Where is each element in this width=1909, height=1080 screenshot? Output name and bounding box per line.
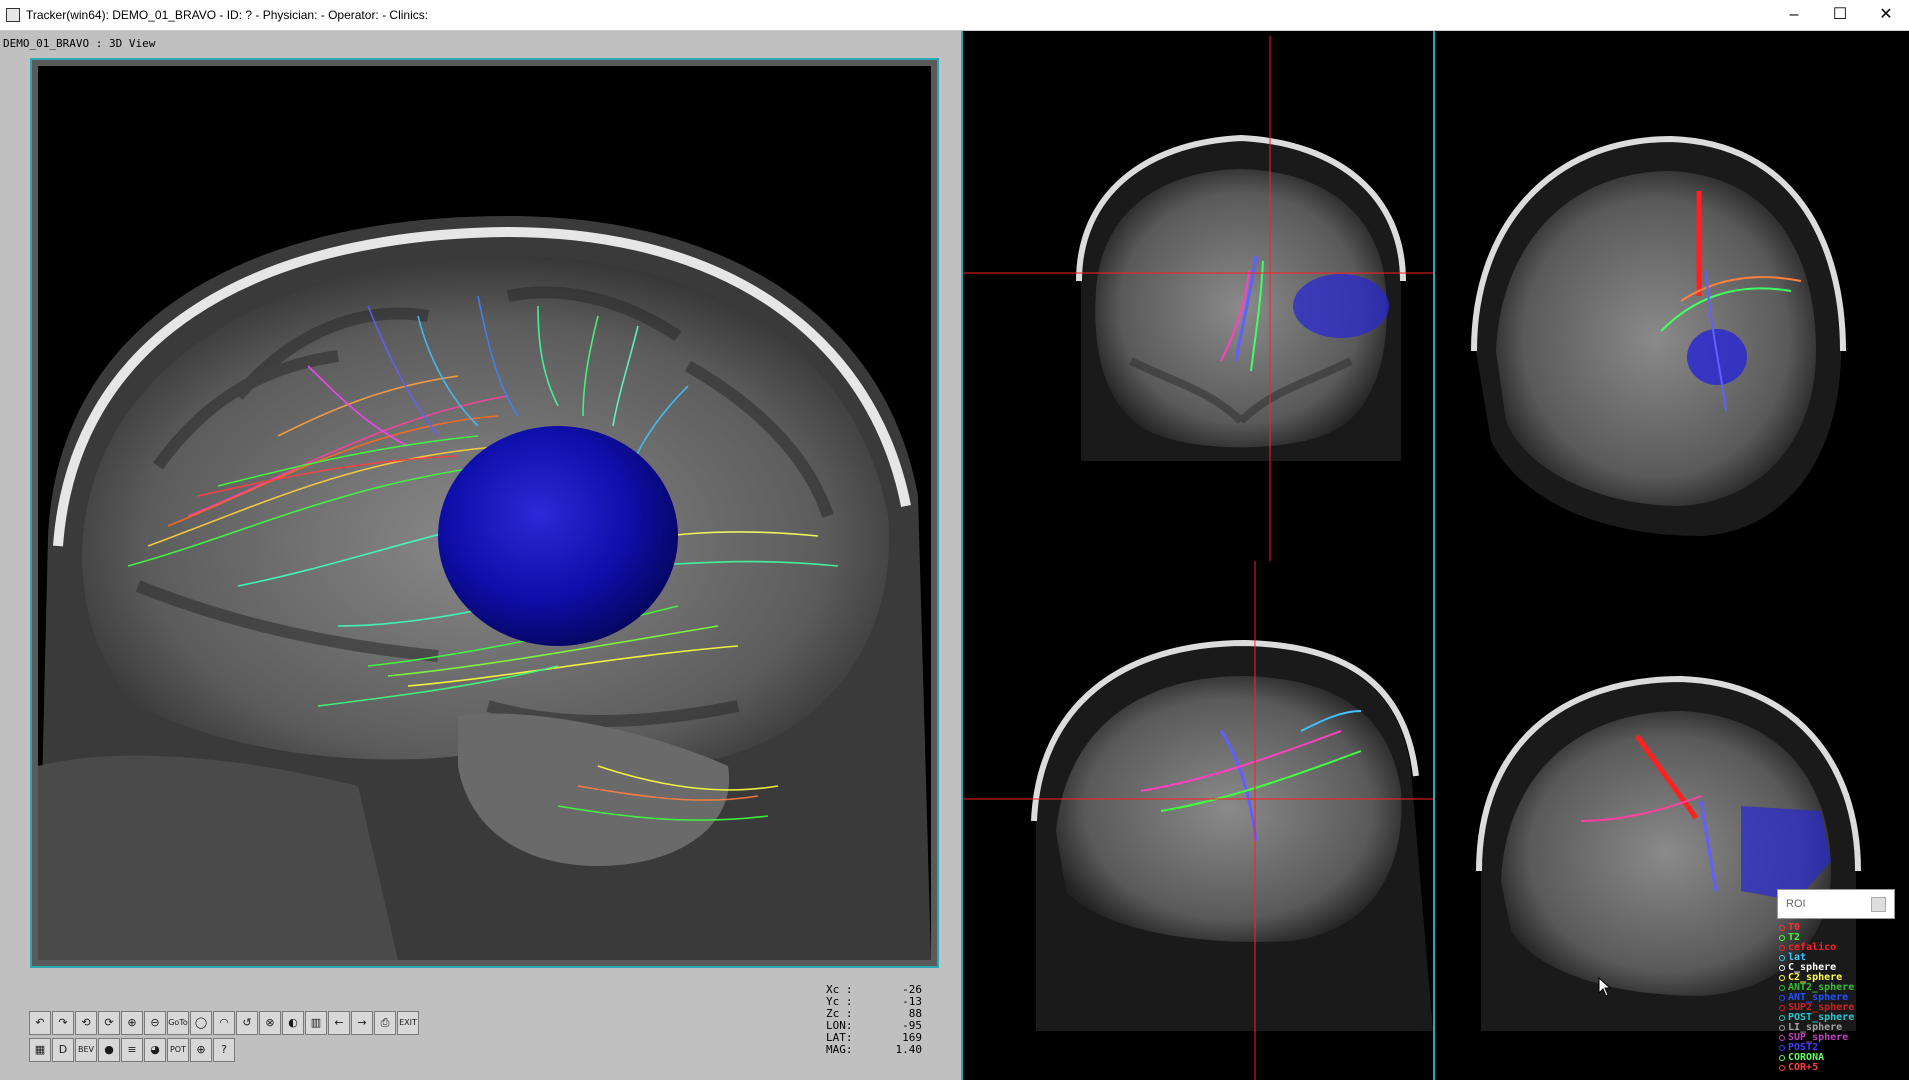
roi-radio-icon[interactable]: [1779, 955, 1785, 961]
redo-button[interactable]: ↷: [52, 1011, 74, 1035]
contrast-button[interactable]: ◐: [282, 1011, 304, 1035]
left-panel: DEMO_01_BRAVO : 3D View ↶ ↷ ⟲ ⟳ ⊕ ⊖ GoTo…: [0, 31, 961, 1080]
roi-radio-icon[interactable]: [1779, 1015, 1785, 1021]
roi-radio-icon[interactable]: [1779, 925, 1785, 931]
exit-button[interactable]: EXIT: [397, 1011, 419, 1035]
print-button[interactable]: ⎙: [374, 1011, 396, 1035]
target-button[interactable]: ⊕: [190, 1038, 212, 1062]
sphere-button[interactable]: ◯: [190, 1011, 212, 1035]
sagittal-view-top[interactable]: [1471, 135, 1846, 536]
roi-radio-icon[interactable]: [1779, 1055, 1785, 1061]
roi-radio-icon[interactable]: [1779, 975, 1785, 981]
viewport-3d-canvas[interactable]: [38, 66, 931, 960]
bev-button[interactable]: BEV: [75, 1038, 97, 1062]
viewport-3d[interactable]: [30, 58, 939, 968]
arrow-right-button[interactable]: →: [351, 1011, 373, 1035]
zoom-in-button[interactable]: ⊕: [121, 1011, 143, 1035]
roi-radio-icon[interactable]: [1779, 945, 1785, 951]
rotate-left-button[interactable]: ⟲: [75, 1011, 97, 1035]
coord-label: MAG:: [826, 1043, 853, 1056]
dicom-button[interactable]: D: [52, 1038, 74, 1062]
slice-views[interactable]: [961, 31, 1909, 1080]
roi-radio-icon[interactable]: [1779, 1005, 1785, 1011]
coord-value: 1.40: [895, 1043, 923, 1056]
window-title: Tracker(win64): DEMO_01_BRAVO - ID: ? - …: [26, 8, 429, 22]
roi-list: T0 T2 cefalico lat C_sphere C2_sphere ANT2_sph…: [1779, 923, 1854, 1073]
roi-item-label: COR+5: [1788, 1062, 1819, 1073]
help-button[interactable]: ?: [213, 1038, 235, 1062]
view-3d-label: DEMO_01_BRAVO : 3D View: [3, 37, 156, 50]
globe-button[interactable]: ◕: [144, 1038, 166, 1062]
pot-button[interactable]: POT: [167, 1038, 189, 1062]
maximize-button[interactable]: ☐: [1817, 0, 1863, 30]
window-titlebar: Tracker(win64): DEMO_01_BRAVO - ID: ? - …: [0, 0, 1909, 31]
roi-dropdown-button[interactable]: [1871, 897, 1886, 912]
sagittal-view-bottom[interactable]: [963, 561, 1433, 1080]
coord-row: MAG: 1.40: [826, 1044, 922, 1056]
roi-radio-icon[interactable]: [1779, 1045, 1785, 1051]
clear-button[interactable]: ⊗: [259, 1011, 281, 1035]
fibers-button[interactable]: ≡: [121, 1038, 143, 1062]
head-button[interactable]: ◠: [213, 1011, 235, 1035]
coordinates-readout: Xc : -26 Yc : -13 Zc :88 LON: -95 LAT: 169 MAG: 1.…: [826, 984, 922, 1056]
roi-radio-icon[interactable]: [1779, 1065, 1785, 1071]
roi-radio-icon[interactable]: [1779, 995, 1785, 1001]
rotate-right-button[interactable]: ⟳: [98, 1011, 120, 1035]
right-panel: [961, 31, 1909, 1080]
reset-view-button[interactable]: ↺: [236, 1011, 258, 1035]
roi-input-placeholder: ROI: [1786, 898, 1806, 910]
record-button[interactable]: ●: [98, 1038, 120, 1062]
roi-item[interactable]: COR+5: [1779, 1063, 1854, 1073]
roi-input[interactable]: ROI: [1777, 889, 1895, 919]
roi-radio-icon[interactable]: [1779, 1035, 1785, 1041]
arrow-left-button[interactable]: ←: [328, 1011, 350, 1035]
coronal-view[interactable]: [963, 36, 1433, 561]
toolbar-row-1: ↶ ↷ ⟲ ⟳ ⊕ ⊖ GoTo ◯ ◠ ↺ ⊗ ◐ ▥ ← → ⎙ EXIT: [29, 1011, 420, 1037]
app-icon: [6, 8, 20, 22]
toolbar-row-2: ▦ D BEV ● ≡ ◕ POT ⊕?: [29, 1038, 236, 1064]
roi-radio-icon[interactable]: [1779, 935, 1785, 941]
layout-button[interactable]: ▦: [29, 1038, 51, 1062]
panel-button[interactable]: ▥: [305, 1011, 327, 1035]
roi-radio-icon[interactable]: [1779, 985, 1785, 991]
minimize-button[interactable]: –: [1771, 0, 1817, 30]
roi-radio-icon[interactable]: [1779, 1025, 1785, 1031]
undo-button[interactable]: ↶: [29, 1011, 51, 1035]
tumor-mesh: [438, 426, 678, 646]
mouse-cursor-icon: [1598, 977, 1612, 997]
brain-3d-render: [38, 216, 931, 960]
close-button[interactable]: ✕: [1863, 0, 1909, 30]
goto-button[interactable]: GoTo: [167, 1011, 189, 1035]
zoom-out-button[interactable]: ⊖: [144, 1011, 166, 1035]
roi-radio-icon[interactable]: [1779, 965, 1785, 971]
